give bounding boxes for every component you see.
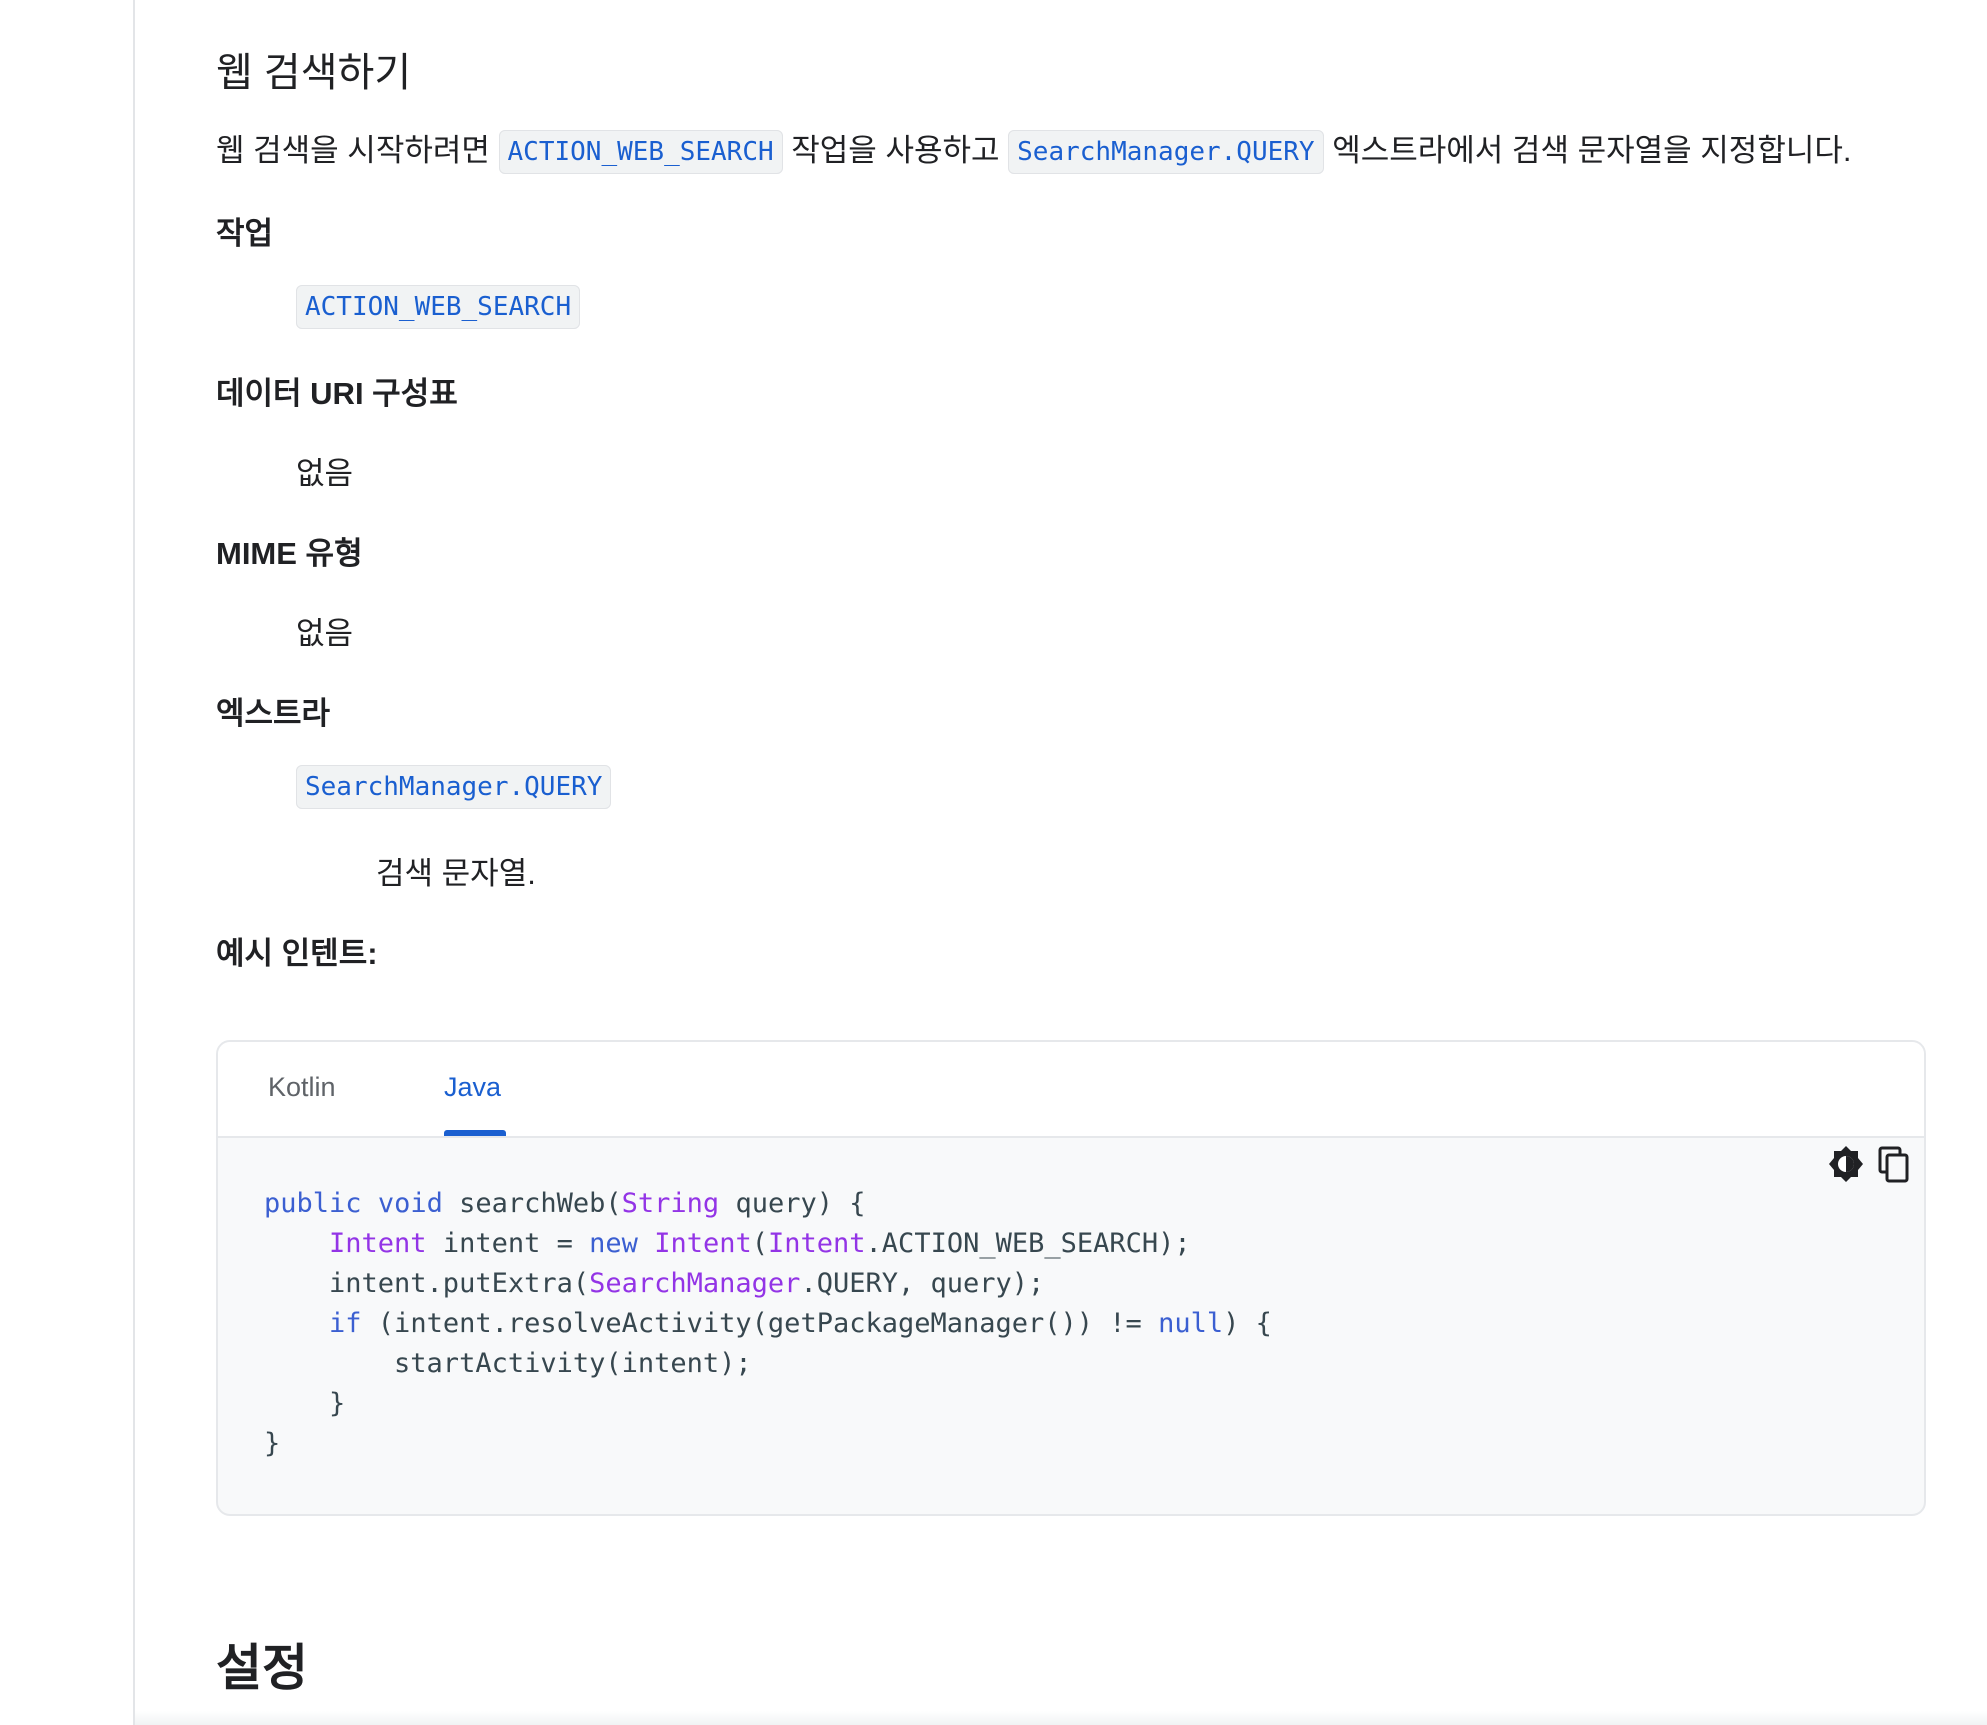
mime-term: MIME 유형 — [216, 536, 363, 571]
example-term: 예시 인텐트: — [216, 936, 378, 971]
intro-text-2: 작업을 사용하고 — [791, 133, 1000, 168]
action-value: ACTION_WEB_SEARCH — [296, 285, 581, 329]
data-uri-term: 데이터 URI 구성표 — [216, 376, 458, 411]
extras-key: SearchManager.QUERY — [296, 765, 612, 809]
mime-value: 없음 — [296, 616, 354, 651]
code-line: } — [264, 1428, 281, 1459]
tab-java[interactable]: Java — [444, 1072, 501, 1103]
intro-text-1: 웹 검색을 시작하려면 — [216, 133, 490, 168]
extras-description: 검색 문자열. — [376, 856, 536, 891]
copy-icon[interactable] — [1874, 1142, 1914, 1186]
extras-term: 엑스트라 — [216, 696, 331, 731]
tab-kotlin[interactable]: Kotlin — [268, 1072, 336, 1103]
searchmanager-query-link[interactable]: SearchManager.QUERY — [1008, 130, 1324, 174]
code-line: public void searchWeb(String query) { — [264, 1188, 866, 1219]
intro-text-3: 엑스트라에서 검색 문자열을 지정합니다. — [1332, 133, 1852, 168]
code-content[interactable]: public void searchWeb(String query) { In… — [264, 1184, 1272, 1464]
bottom-fade — [135, 1711, 1987, 1725]
action-term: 작업 — [216, 216, 274, 251]
action-web-search-link[interactable]: ACTION_WEB_SEARCH — [498, 130, 783, 174]
active-tab-indicator — [444, 1130, 506, 1136]
code-line: intent.putExtra(SearchManager.QUERY, que… — [264, 1268, 1045, 1299]
code-line: } — [264, 1388, 346, 1419]
extras-key-link[interactable]: SearchManager.QUERY — [296, 765, 612, 809]
sidebar-divider — [133, 0, 135, 1725]
section-heading: 웹 검색하기 — [216, 51, 412, 95]
code-line: if (intent.resolveActivity(getPackageMan… — [329, 1308, 1272, 1339]
theme-toggle-icon[interactable] — [1826, 1142, 1866, 1186]
next-section-heading: 설정 — [216, 1640, 308, 1696]
code-tabbar: Kotlin Java — [218, 1042, 1924, 1138]
intro-paragraph: 웹 검색을 시작하려면 ACTION_WEB_SEARCH 작업을 사용하고 S… — [216, 126, 1852, 177]
code-toolbar — [1826, 1142, 1916, 1186]
code-line: Intent intent = new Intent(Intent.ACTION… — [329, 1228, 1191, 1259]
data-uri-value: 없음 — [296, 456, 354, 491]
code-line: startActivity(intent); — [264, 1348, 752, 1379]
code-block: Kotlin Java public void searchWeb(String… — [216, 1040, 1926, 1516]
action-value-link[interactable]: ACTION_WEB_SEARCH — [296, 285, 581, 329]
